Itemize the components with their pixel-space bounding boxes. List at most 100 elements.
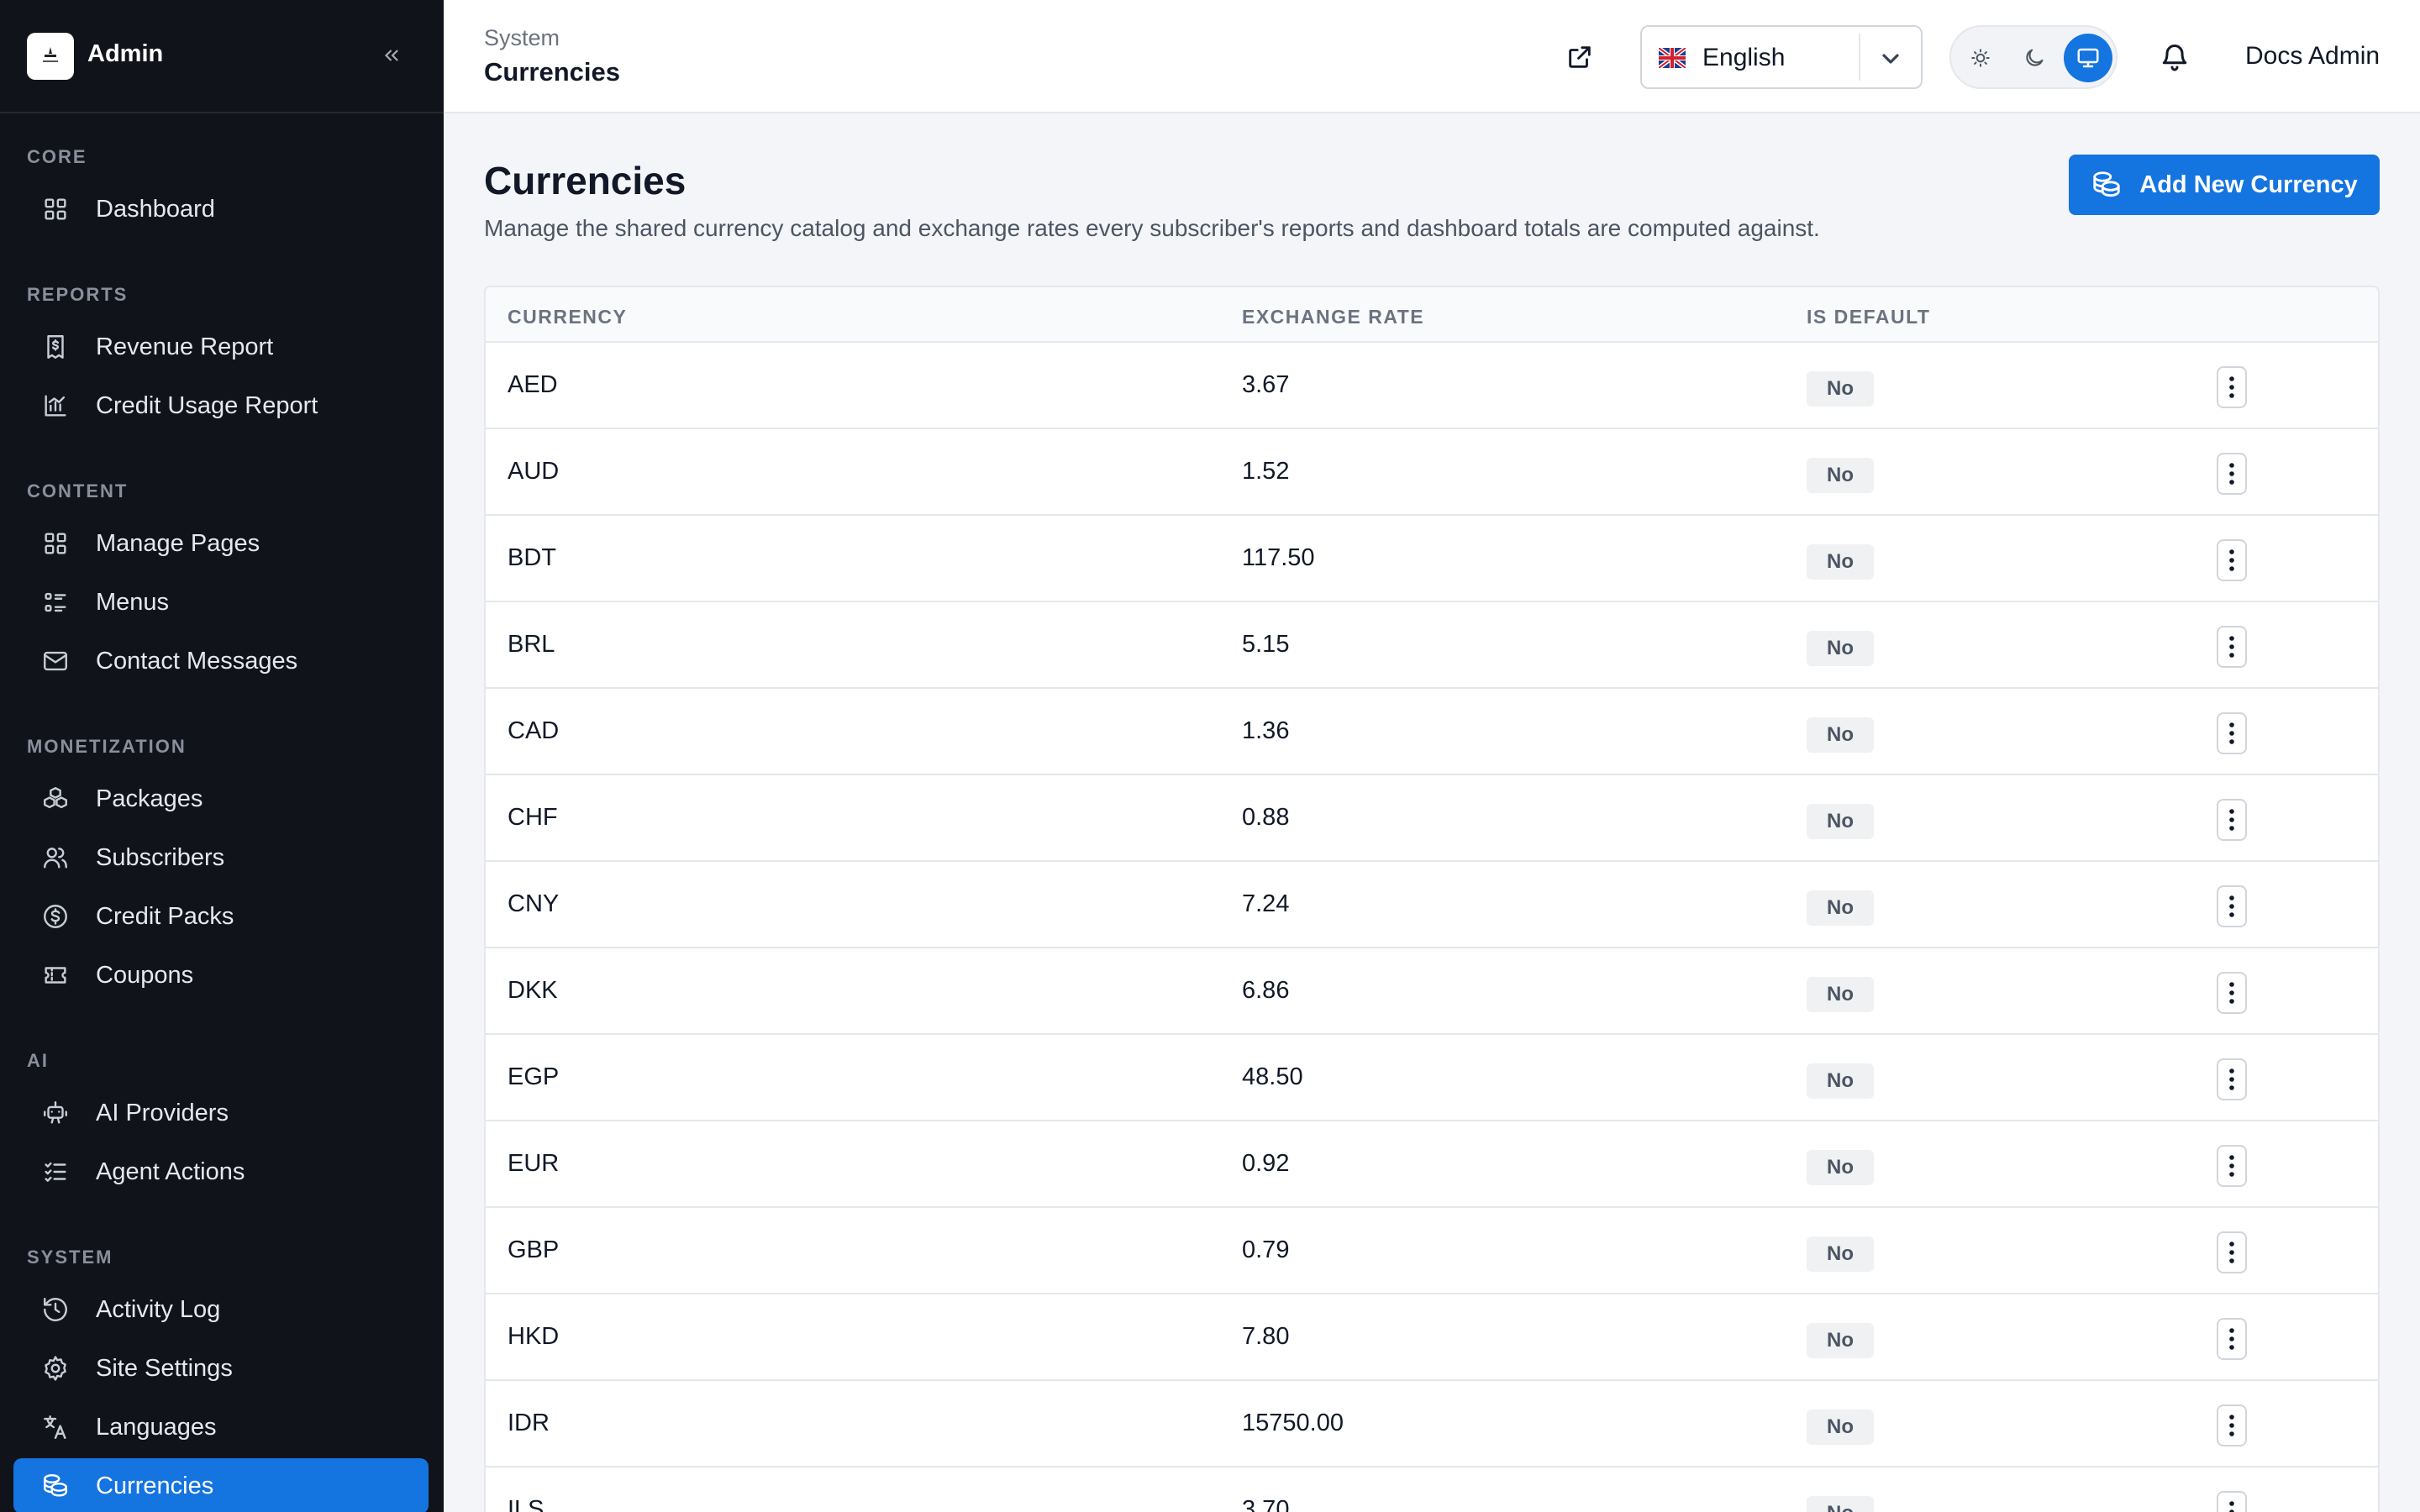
table-row[interactable]: HKD 7.80 No (486, 1294, 2378, 1381)
uk-flag-icon (1659, 48, 1686, 68)
language-select[interactable]: English (1640, 25, 1923, 89)
kebab-menu-icon (2229, 1328, 2234, 1350)
row-actions-button[interactable] (2217, 453, 2247, 495)
sidebar-item-label: Credit Usage Report (96, 391, 318, 419)
history-icon (40, 1294, 71, 1325)
is-default-badge: No (1807, 544, 1874, 580)
row-actions-button[interactable] (2217, 799, 2247, 841)
sidebar-item-credit-packs[interactable]: Credit Packs (13, 889, 429, 944)
sidebar-item-credit-usage-report[interactable]: Credit Usage Report (13, 378, 429, 433)
table-row[interactable]: BDT 117.50 No (486, 516, 2378, 602)
nav-section-reports: REPORTS (27, 284, 129, 305)
robot-icon (40, 1098, 71, 1128)
exchange-rate: 3.67 (1242, 371, 1290, 398)
chevron-down-icon (1882, 54, 1899, 64)
monitor-icon (2077, 48, 2099, 68)
sidebar-item-label: Contact Messages (96, 647, 298, 675)
sidebar-item-dashboard[interactable]: Dashboard (13, 181, 429, 237)
currency-code: BDT (508, 544, 556, 571)
add-currency-button[interactable]: Add New Currency (2069, 155, 2380, 215)
row-actions-button[interactable] (2217, 626, 2247, 668)
table-row[interactable]: EGP 48.50 No (486, 1035, 2378, 1121)
checklist-icon (40, 1157, 71, 1187)
sidebar-item-languages[interactable]: Languages (13, 1399, 429, 1455)
table-row[interactable]: DKK 6.86 No (486, 948, 2378, 1035)
sidebar-item-menus[interactable]: Menus (13, 575, 429, 630)
is-default-badge: No (1807, 631, 1874, 666)
breadcrumb-parent[interactable]: System (484, 25, 560, 51)
sidebar-item-currencies[interactable]: Currencies (13, 1458, 429, 1512)
currency-code: BRL (508, 631, 555, 658)
exchange-rate: 48.50 (1242, 1063, 1303, 1090)
row-actions-button[interactable] (2217, 1231, 2247, 1273)
kebab-menu-icon (2229, 809, 2234, 831)
row-actions-button[interactable] (2217, 539, 2247, 581)
sidebar-item-label: Languages (96, 1413, 217, 1441)
kebab-menu-icon (2229, 549, 2234, 571)
currency-code: EUR (508, 1150, 560, 1177)
row-actions-button[interactable] (2217, 1145, 2247, 1187)
theme-dark-button[interactable] (2010, 34, 2059, 82)
table-row[interactable]: AUD 1.52 No (486, 429, 2378, 516)
column-header-is-default[interactable]: IS DEFAULT (1807, 306, 1930, 328)
sidebar-item-ai-providers[interactable]: AI Providers (13, 1085, 429, 1141)
table-row[interactable]: IDR 15750.00 No (486, 1381, 2378, 1467)
collapse-sidebar-button[interactable] (378, 39, 405, 72)
coins-icon (2093, 171, 2120, 197)
external-link-icon (1569, 46, 1591, 68)
table-row[interactable]: AED 3.67 No (486, 343, 2378, 429)
sidebar-item-activity-log[interactable]: Activity Log (13, 1282, 429, 1337)
row-actions-button[interactable] (2217, 972, 2247, 1014)
table-row[interactable]: BRL 5.15 No (486, 602, 2378, 689)
open-site-button[interactable] (1561, 39, 1598, 76)
is-default-badge: No (1807, 1323, 1874, 1358)
sidebar-item-label: Agent Actions (96, 1158, 245, 1185)
grid-icon (40, 528, 71, 559)
exchange-rate: 0.92 (1242, 1150, 1290, 1177)
table-row[interactable]: EUR 0.92 No (486, 1121, 2378, 1208)
row-actions-button[interactable] (2217, 1404, 2247, 1446)
is-default-badge: No (1807, 1236, 1874, 1272)
exchange-rate: 7.80 (1242, 1323, 1290, 1350)
sidebar-item-coupons[interactable]: Coupons (13, 948, 429, 1003)
column-header-currency[interactable]: CURRENCY (508, 306, 627, 328)
row-actions-button[interactable] (2217, 366, 2247, 408)
kebab-menu-icon (2229, 1415, 2234, 1436)
table-row[interactable]: CAD 1.36 No (486, 689, 2378, 775)
is-default-badge: No (1807, 458, 1874, 493)
row-actions-button[interactable] (2217, 885, 2247, 927)
row-actions-button[interactable] (2217, 1318, 2247, 1360)
kebab-menu-icon (2229, 895, 2234, 917)
sidebar-item-contact-messages[interactable]: Contact Messages (13, 633, 429, 689)
app-root: Admin CORE Dashboard REPORTS Revenue Report… (0, 0, 2420, 1512)
sidebar-brand: Admin (0, 0, 444, 113)
table-row[interactable]: CHF 0.88 No (486, 775, 2378, 862)
kebab-menu-icon (2229, 982, 2234, 1004)
currency-code: CHF (508, 804, 558, 831)
table-row[interactable]: CNY 7.24 No (486, 862, 2378, 948)
is-default-badge: No (1807, 804, 1874, 839)
sidebar-item-manage-pages[interactable]: Manage Pages (13, 516, 429, 571)
sidebar-item-label: Dashboard (96, 195, 215, 223)
row-actions-button[interactable] (2217, 1058, 2247, 1100)
theme-light-button[interactable] (1956, 34, 2005, 82)
table-row[interactable]: ILS 3.70 No (486, 1467, 2378, 1512)
sidebar-item-packages[interactable]: Packages (13, 771, 429, 827)
add-currency-button-label: Add New Currency (2139, 171, 2358, 198)
row-actions-button[interactable] (2217, 712, 2247, 754)
notifications-button[interactable] (2154, 37, 2195, 77)
user-menu[interactable]: Docs Admin (2245, 42, 2380, 71)
table-row[interactable]: GBP 0.79 No (486, 1208, 2378, 1294)
column-header-exchange-rate[interactable]: EXCHANGE RATE (1242, 306, 1424, 328)
sidebar-item-revenue-report[interactable]: Revenue Report (13, 319, 429, 375)
breadcrumb-current: Currencies (484, 57, 620, 87)
receipt-dollar-icon (40, 332, 71, 362)
theme-system-button[interactable] (2064, 34, 2112, 82)
brand-logo[interactable] (27, 33, 74, 80)
is-default-badge: No (1807, 371, 1874, 407)
nav-section-monetization: MONETIZATION (27, 736, 187, 757)
sidebar-item-subscribers[interactable]: Subscribers (13, 830, 429, 885)
row-actions-button[interactable] (2217, 1491, 2247, 1512)
sidebar-item-agent-actions[interactable]: Agent Actions (13, 1144, 429, 1200)
sidebar-item-site-settings[interactable]: Site Settings (13, 1341, 429, 1396)
